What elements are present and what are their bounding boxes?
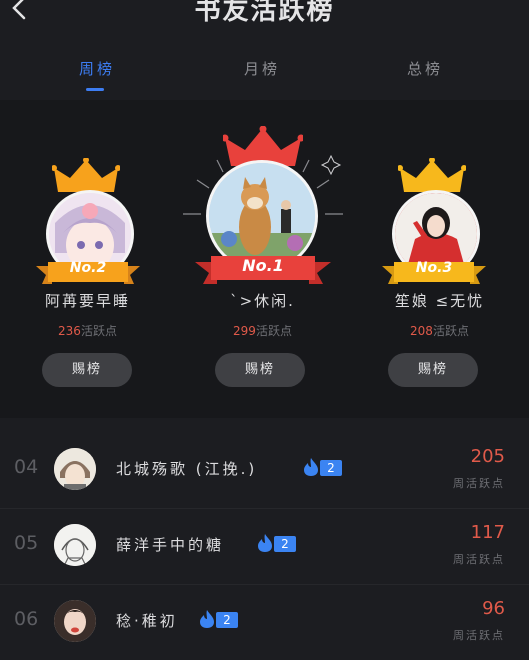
flame-icon bbox=[304, 458, 318, 476]
top-three-podium: No.2 阿苒要早睡 236活跃点 赐榜 No.1 `>休闲. 299活跃点 赐… bbox=[0, 100, 529, 418]
crown-icon bbox=[398, 158, 466, 192]
avatar[interactable] bbox=[54, 524, 96, 566]
avatar[interactable] bbox=[54, 448, 96, 490]
list-item[interactable]: 04 北城殇歌 (江挽.) 2 205 周活跃点 bbox=[0, 432, 529, 509]
rank-number: 04 bbox=[14, 456, 39, 478]
tab-weekly[interactable]: 周榜 bbox=[52, 58, 142, 79]
tab-monthly[interactable]: 月榜 bbox=[217, 58, 307, 79]
avatar-image bbox=[54, 448, 96, 490]
rank-number: 05 bbox=[14, 532, 39, 554]
weekly-score: 96 bbox=[482, 598, 505, 619]
level-number: 2 bbox=[216, 612, 238, 628]
weekly-score-label: 周活跃点 bbox=[453, 629, 505, 642]
level-number: 2 bbox=[274, 536, 296, 552]
podium-third: No.3 笙娘 ≤无忧 208活跃点 赐榜 bbox=[350, 100, 529, 418]
header: 书友活跃榜 bbox=[0, 0, 529, 30]
reward-button[interactable]: 赐榜 bbox=[42, 353, 132, 387]
user-name: 薛洋手中的糖 bbox=[116, 536, 225, 554]
user-name: 阿苒要早睡 bbox=[44, 292, 130, 310]
activity-score: 236活跃点 bbox=[58, 324, 117, 338]
page-title: 书友活跃榜 bbox=[194, 0, 335, 26]
reward-button[interactable]: 赐榜 bbox=[215, 353, 305, 387]
crown-icon bbox=[52, 158, 120, 192]
user-name: 稔·稚初 bbox=[116, 612, 178, 630]
avatar-image bbox=[54, 524, 96, 566]
tab-bar: 周榜 月榜 总榜 bbox=[0, 40, 529, 100]
podium-second: No.2 阿苒要早睡 236活跃点 赐榜 bbox=[0, 100, 175, 418]
weekly-score: 117 bbox=[470, 522, 505, 543]
avatar[interactable] bbox=[54, 600, 96, 642]
weekly-score-label: 周活跃点 bbox=[453, 553, 505, 566]
reward-button[interactable]: 赐榜 bbox=[388, 353, 478, 387]
rank-label: No.3 bbox=[415, 260, 453, 276]
activity-score: 299活跃点 bbox=[233, 324, 292, 338]
user-name: 笙娘 ≤无忧 bbox=[394, 292, 485, 310]
list-item[interactable]: 06 稔·稚初 2 96 周活跃点 bbox=[0, 584, 529, 660]
activity-score: 208活跃点 bbox=[410, 324, 469, 338]
avatar-image bbox=[54, 600, 96, 642]
weekly-score-label: 周活跃点 bbox=[453, 477, 505, 490]
active-tab-indicator bbox=[86, 88, 104, 91]
tab-total[interactable]: 总榜 bbox=[380, 58, 470, 79]
user-name: 北城殇歌 (江挽.) bbox=[116, 460, 258, 478]
podium-first: No.1 `>休闲. 299活跃点 赐榜 bbox=[175, 100, 350, 418]
rank-label: No.2 bbox=[69, 260, 107, 276]
flame-icon bbox=[200, 610, 214, 628]
level-number: 2 bbox=[320, 460, 342, 476]
flame-icon bbox=[258, 534, 272, 552]
user-name: `>休闲. bbox=[230, 292, 295, 310]
rank-number: 06 bbox=[14, 608, 39, 630]
rank-label: No.1 bbox=[242, 256, 284, 275]
list-item[interactable]: 05 薛洋手中的糖 2 117 周活跃点 bbox=[0, 508, 529, 585]
weekly-score: 205 bbox=[470, 446, 505, 467]
